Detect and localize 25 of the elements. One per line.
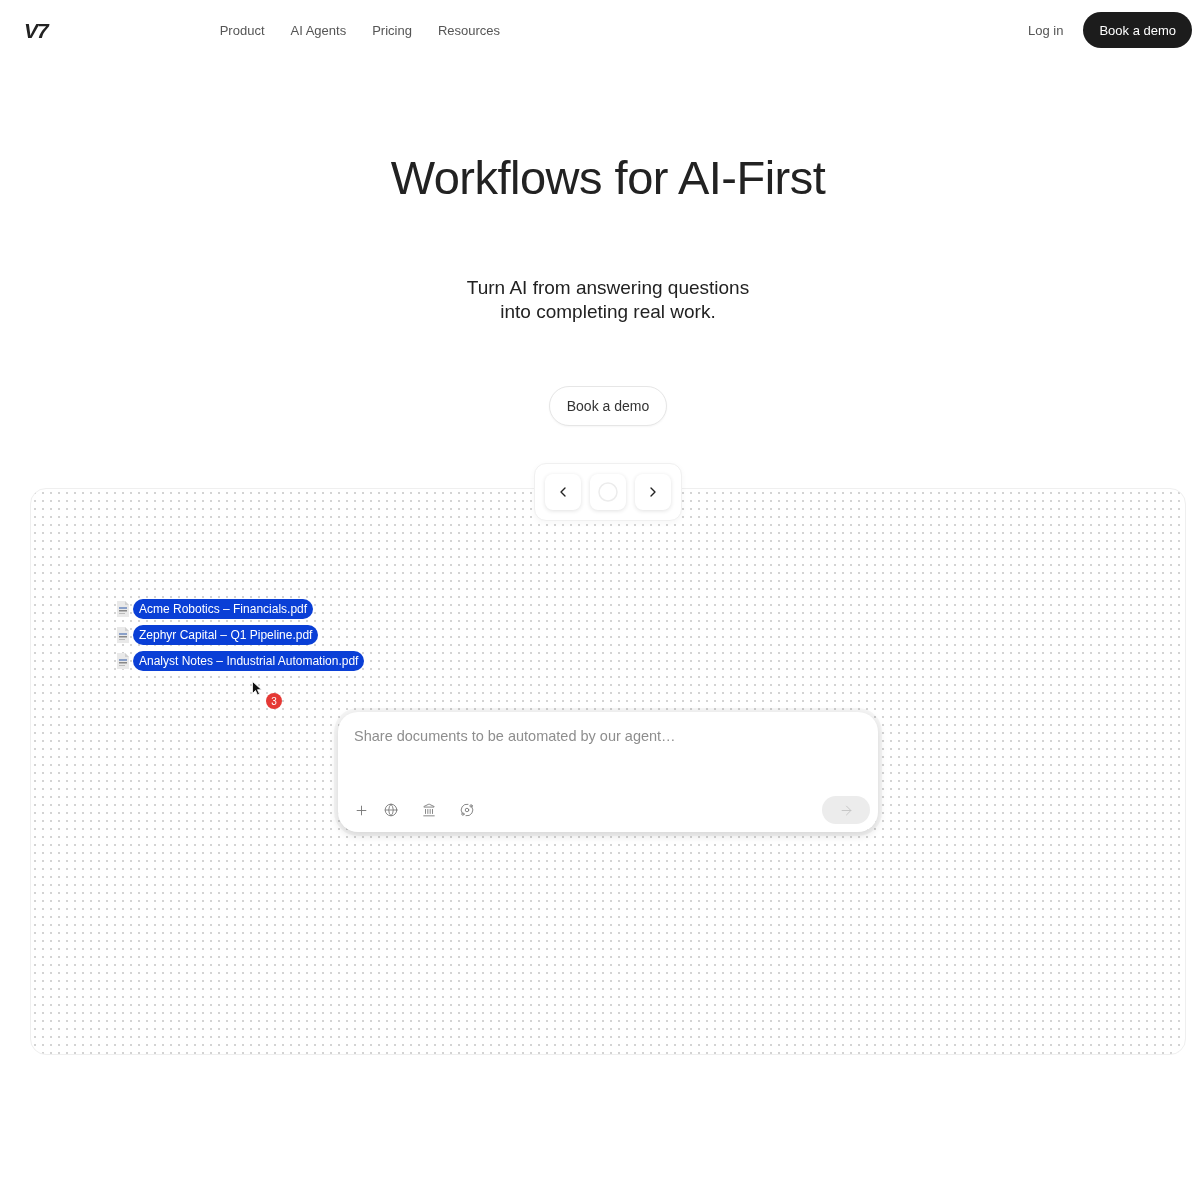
nav-link[interactable]: Product: [219, 22, 265, 38]
hero-subtitle: Turn AI from answering questions into completing real work.: [465, 276, 751, 324]
nav-link[interactable]: Resources: [437, 22, 501, 38]
bank-icon: [422, 803, 436, 817]
book-demo-button[interactable]: Book a demo: [1083, 12, 1192, 48]
pdf-file-icon: [117, 601, 129, 617]
plus-icon: [353, 802, 369, 818]
logo[interactable]: V7: [24, 19, 48, 41]
message-input[interactable]: Share documents to be automated by our agent…: [350, 726, 870, 796]
hero-title: Workflows for AI-First: [390, 150, 826, 205]
book-demo-button[interactable]: Book a demo: [548, 386, 668, 426]
count-badge: 3: [266, 693, 282, 709]
login-link[interactable]: Log in: [1027, 22, 1064, 38]
file-name-chip[interactable]: Acme Robotics – Financials.pdf: [133, 599, 314, 619]
nav-link[interactable]: AI Agents: [290, 22, 347, 38]
next-button[interactable]: [635, 474, 671, 510]
previous-button[interactable]: [545, 474, 581, 510]
nav-link[interactable]: Pricing: [372, 22, 412, 38]
file-name-chip[interactable]: Zephyr Capital – Q1 Pipeline.pdf: [133, 625, 319, 645]
file-name-chip[interactable]: Analyst Notes – Industrial Automation.pdf: [133, 651, 365, 671]
pdf-file-icon: [117, 653, 129, 669]
globe-icon: [384, 803, 398, 817]
cursor-icon: [252, 681, 262, 696]
orbit-icon: [460, 803, 474, 817]
pdf-file-icon: [117, 627, 129, 643]
